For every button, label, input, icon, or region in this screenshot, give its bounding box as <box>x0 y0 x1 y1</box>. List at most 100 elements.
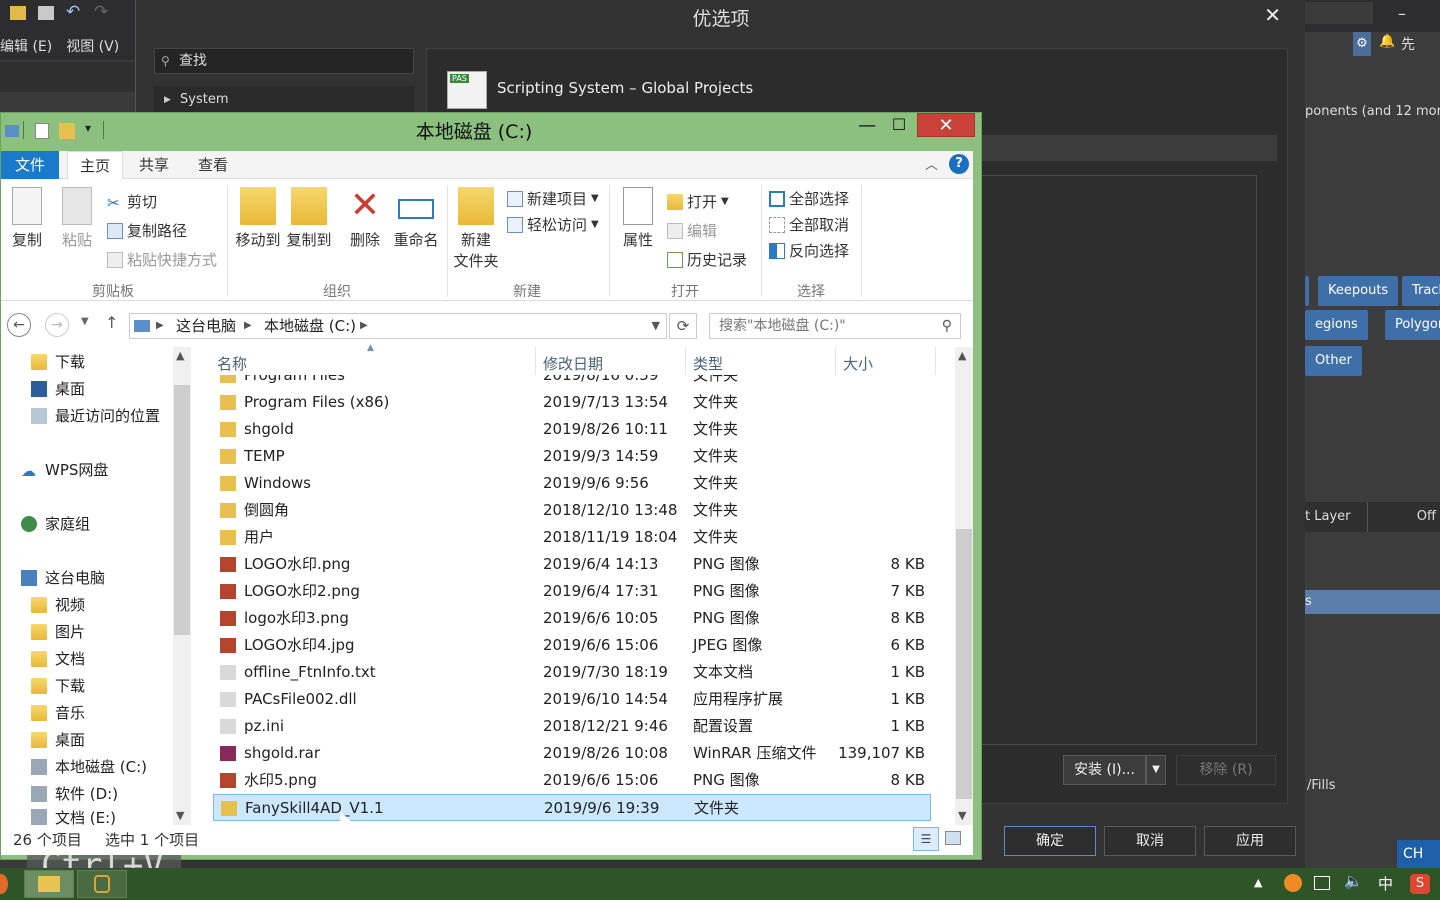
breadcrumb-this-pc[interactable]: 这台电脑 <box>176 314 236 338</box>
tray-app-icon[interactable] <box>1284 874 1302 892</box>
open-icon[interactable] <box>10 6 26 20</box>
nav-doc-e[interactable]: 文档 (E:) <box>31 809 116 825</box>
table-row[interactable]: Program Files 2019/8/16 0:59 文件夹 <box>213 375 931 389</box>
help-icon[interactable]: ? <box>949 154 969 174</box>
nav-music[interactable]: 音乐 <box>31 702 85 723</box>
table-row[interactable]: LOGO水印4.jpg 2019/6/6 15:06 JPEG 图像 6 KB <box>213 632 931 659</box>
table-row[interactable]: PACsFile002.dll 2019/6/10 14:54 应用程序扩展 1 KB <box>213 686 931 713</box>
close-icon[interactable]: ✕ <box>1264 4 1281 26</box>
search-input[interactable]: ⚲ 查找 <box>154 48 414 74</box>
forward-button[interactable]: → <box>45 313 69 337</box>
column-modified[interactable]: 修改日期 <box>543 353 603 374</box>
search-input[interactable]: 搜索"本地磁盘 (C:)" ⚲ <box>709 313 961 339</box>
nav-this-pc[interactable]: 这台电脑 <box>21 567 105 588</box>
nav-homegroup[interactable]: 家庭组 <box>21 513 90 534</box>
table-row[interactable]: LOGO水印.png 2019/6/4 14:13 PNG 图像 8 KB <box>213 551 931 578</box>
chip-polygons[interactable]: Polygons <box>1385 310 1440 340</box>
tab-home[interactable]: 主页 <box>67 151 123 180</box>
copy-button[interactable]: 复制 <box>5 187 49 250</box>
cancel-button[interactable]: 取消 <box>1104 826 1196 856</box>
edit-button[interactable]: 编辑 <box>667 220 717 241</box>
move-to-button[interactable]: 移动到 <box>233 187 283 250</box>
app-search-field[interactable] <box>1305 2 1373 24</box>
chip-regions[interactable]: egions <box>1305 310 1368 340</box>
address-field[interactable]: ▶ 这台电脑 ▶ 本地磁盘 (C:) ▶ ▼ <box>129 313 667 339</box>
large-icons-view-icon[interactable] <box>945 831 961 845</box>
tray-expand-icon[interactable]: ▲ <box>1254 876 1262 889</box>
close-button[interactable]: ✕ <box>917 113 975 137</box>
nav-soft-d[interactable]: 软件 (D:) <box>31 783 118 804</box>
menu-edit[interactable]: 编辑 (E) <box>0 36 52 56</box>
chip-other[interactable]: Other <box>1305 346 1362 376</box>
chevron-down-icon[interactable]: ▼ <box>652 314 660 338</box>
new-item-button[interactable]: 新建项目 ▼ <box>507 188 599 209</box>
select-all-button[interactable]: 全部选择 <box>769 188 849 209</box>
tab-file[interactable]: 文件 <box>1 151 59 179</box>
menu-view[interactable]: 视图 (V) <box>66 36 119 56</box>
easy-access-button[interactable]: 轻松访问 ▼ <box>507 214 599 235</box>
browser-icon[interactable] <box>0 874 8 894</box>
tab-view[interactable]: 查看 <box>187 151 239 179</box>
taskbar-explorer[interactable] <box>24 870 74 898</box>
table-row[interactable]: TEMP 2019/9/3 14:59 文件夹 <box>213 443 931 470</box>
minimize-icon[interactable]: – <box>1398 4 1406 23</box>
gear-icon[interactable]: ⚙ <box>1353 32 1371 56</box>
undo-icon[interactable]: ↶ <box>66 2 80 22</box>
chip-track[interactable]: Track <box>1402 276 1440 306</box>
new-folder-button[interactable]: 新建 文件夹 <box>451 187 501 271</box>
delete-button[interactable]: ✕ 删除 <box>343 187 387 250</box>
invert-selection-button[interactable]: 反向选择 <box>769 240 849 261</box>
scroll-up-icon[interactable]: ▲ <box>958 349 966 362</box>
copy-path-button[interactable]: 复制路径 <box>107 220 187 241</box>
remove-button[interactable]: 移除 (R) <box>1176 755 1276 785</box>
up-button[interactable]: ↑ <box>105 313 118 332</box>
refresh-button[interactable]: ⟳ <box>669 313 697 339</box>
chip-keepouts[interactable]: Keepouts <box>1318 276 1399 306</box>
ok-button[interactable]: 确定 <box>1004 826 1096 856</box>
breadcrumb-drive[interactable]: 本地磁盘 (C:) <box>264 314 356 338</box>
column-type[interactable]: 类型 <box>693 353 723 374</box>
nav-scroll-thumb[interactable] <box>174 385 190 635</box>
paste-shortcut-button[interactable]: 粘贴快捷方式 <box>107 249 217 270</box>
nav-documents[interactable]: 文档 <box>31 648 85 669</box>
properties-button[interactable]: 属性 <box>615 187 661 250</box>
nav-downloads[interactable]: 下载 <box>31 351 85 372</box>
scroll-up-icon[interactable]: ▲ <box>176 349 184 362</box>
back-button[interactable]: ← <box>7 313 31 337</box>
chip-partial[interactable] <box>1305 276 1309 306</box>
recent-locations-icon[interactable]: ▼ <box>81 316 89 327</box>
table-row[interactable]: Program Files (x86) 2019/7/13 13:54 文件夹 <box>213 389 931 416</box>
table-row[interactable]: 用户 2018/11/19 18:04 文件夹 <box>213 524 931 551</box>
table-row[interactable]: 倒圆角 2018/12/10 13:48 文件夹 <box>213 497 931 524</box>
nav-local-c[interactable]: 本地磁盘 (C:) <box>31 756 147 777</box>
save-icon[interactable] <box>38 6 54 20</box>
nav-desktop-2[interactable]: 桌面 <box>31 729 85 750</box>
table-row[interactable]: FanySkill4AD_V1.1 2019/9/6 19:39 文件夹 <box>213 794 931 821</box>
collapse-ribbon-icon[interactable]: ︿ <box>925 154 938 173</box>
nav-pictures[interactable]: 图片 <box>31 621 85 642</box>
chevron-down-icon[interactable]: ▼ <box>1146 755 1166 785</box>
select-none-button[interactable]: 全部取消 <box>769 214 849 235</box>
tree-item-system[interactable]: ▶ System <box>154 86 414 114</box>
nav-desktop[interactable]: 桌面 <box>31 378 85 399</box>
table-row[interactable]: LOGO水印2.png 2019/6/4 17:31 PNG 图像 7 KB <box>213 578 931 605</box>
paste-button[interactable]: 粘贴 <box>55 187 99 250</box>
history-button[interactable]: 历史记录 <box>667 249 747 270</box>
install-button[interactable]: 安装 (I)... <box>1063 755 1146 785</box>
project-list[interactable] <box>967 175 1257 745</box>
open-button[interactable]: 打开 ▼ <box>667 191 729 212</box>
copy-to-button[interactable]: 复制到 <box>284 187 334 250</box>
scroll-down-icon[interactable]: ▼ <box>176 809 184 822</box>
table-row[interactable]: 水印5.png 2019/6/6 15:06 PNG 图像 8 KB <box>213 767 931 794</box>
network-icon[interactable] <box>1314 876 1330 890</box>
details-view-icon[interactable]: ☰ <box>913 827 939 851</box>
selected-row[interactable]: s <box>1305 590 1440 614</box>
column-size[interactable]: 大小 <box>843 353 873 374</box>
apply-button[interactable]: 应用 <box>1204 826 1296 856</box>
ime-mode[interactable]: 中 <box>1378 873 1393 894</box>
nav-wps[interactable]: ☁ WPS网盘 <box>21 459 108 480</box>
scroll-down-icon[interactable]: ▼ <box>958 809 966 822</box>
bell-icon[interactable]: 🔔 <box>1379 34 1395 49</box>
table-row[interactable]: offline_FtnInfo.txt 2019/7/30 18:19 文本文档 1 … <box>213 659 931 686</box>
table-row[interactable]: shgold 2019/8/26 10:11 文件夹 <box>213 416 931 443</box>
